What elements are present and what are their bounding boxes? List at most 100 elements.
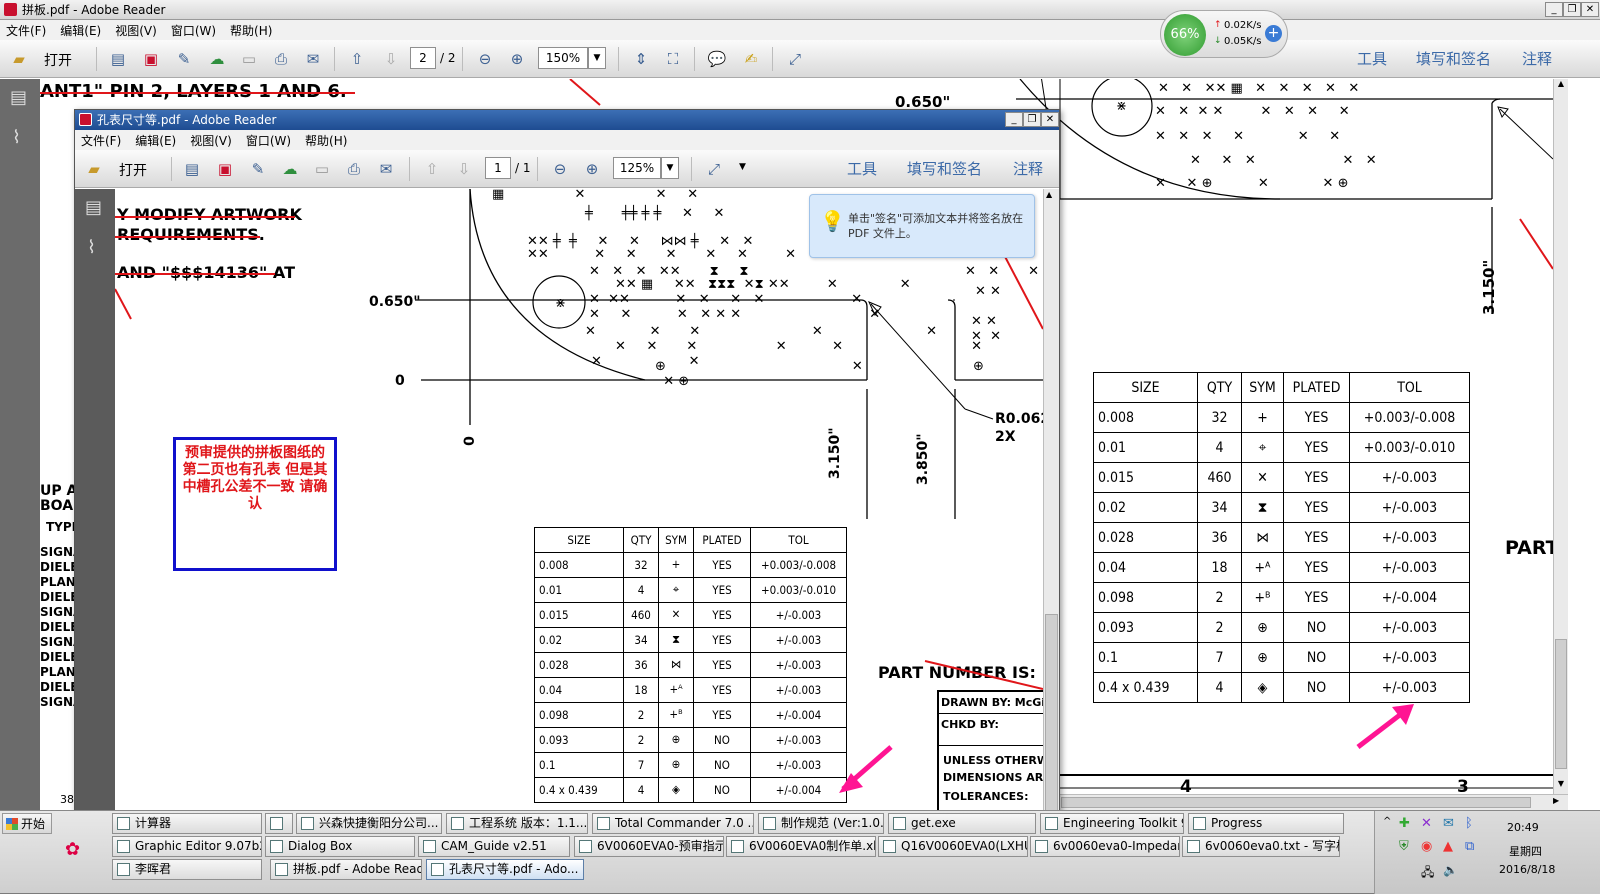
taskbar-button[interactable]: Graphic Editor 9.07b2 (... — [112, 836, 262, 857]
front-page-input[interactable]: 1 — [485, 157, 511, 179]
create-pdf-icon[interactable]: ▤ — [181, 158, 203, 180]
front-tools-link[interactable]: 工具 — [847, 158, 877, 179]
edit-icon[interactable]: ✎ — [173, 48, 195, 70]
back-horizontal-scrollbar[interactable]: ▶ — [1040, 794, 1568, 810]
close-button[interactable]: ✕ — [1581, 2, 1599, 17]
tray-icon-4[interactable]: ⛨ — [1399, 839, 1409, 854]
edit-icon[interactable]: ✎ — [247, 158, 269, 180]
toolbar-more-icon[interactable]: ▼ — [739, 162, 746, 172]
comment-icon[interactable]: 💬 — [706, 48, 728, 70]
taskbar-button[interactable]: 工程系统 版本：1.1... — [446, 813, 588, 834]
pages-panel-icon[interactable]: ▤ — [10, 87, 27, 108]
taskbar-button[interactable]: 拼板.pdf - Adobe Reader — [270, 859, 422, 880]
fit-width-icon[interactable]: ⛶ — [662, 48, 684, 70]
front-vertical-scrollbar[interactable]: ▲ — [1043, 189, 1059, 830]
taskbar-button[interactable]: get.exe — [888, 813, 1036, 834]
highlight-icon[interactable]: ✍ — [740, 48, 762, 70]
review-annotation-box[interactable]: 预审提供的拼板图纸的第二页也有孔表 但是其中槽孔公差不一致 请确认 — [173, 437, 337, 571]
back-hscroll-thumb[interactable] — [1061, 797, 1531, 808]
tray-icon-2[interactable]: ✕ — [1421, 816, 1432, 831]
next-page-icon[interactable]: ⇩ — [453, 158, 475, 180]
sign-tooltip[interactable]: 💡 单击"签名"可添加文本并将签名放在 PDF 文件上。 — [809, 194, 1035, 258]
menu-help[interactable]: 帮助(H) — [230, 22, 272, 39]
attachment-icon[interactable]: ⌇ — [87, 237, 96, 258]
taskbar-button[interactable]: 6v0060eva0-Impedanc... — [1030, 836, 1180, 857]
taskbar-button[interactable]: 6v0060eva0.txt - 写字板 — [1182, 836, 1340, 857]
bluetooth-icon[interactable]: ᛒ — [1465, 816, 1473, 831]
menu-file[interactable]: 文件(F) — [6, 22, 46, 39]
zoom-dropdown[interactable]: ▼ — [588, 47, 606, 69]
tools-link[interactable]: 工具 — [1357, 48, 1387, 69]
folder-icon[interactable]: ▰ — [8, 48, 30, 70]
prev-page-icon[interactable]: ⇧ — [421, 158, 443, 180]
taskbar-button[interactable]: Total Commander 7.0 ... — [592, 813, 754, 834]
back-window-titlebar[interactable]: 拼板.pdf - Adobe Reader _ ❐ ✕ — [0, 0, 1600, 20]
network-icon[interactable]: 🖧 — [1421, 863, 1434, 884]
zoom-in-icon[interactable]: ⊕ — [581, 158, 603, 180]
zoom-out-icon[interactable]: ⊖ — [549, 158, 571, 180]
tray-icon-1[interactable]: ✚ — [1399, 816, 1410, 831]
front-comment-link[interactable]: 注释 — [1013, 158, 1043, 179]
taskbar-button[interactable]: 李晖君 — [112, 859, 262, 880]
email-icon[interactable]: ✉ — [302, 48, 324, 70]
export-pdf-icon[interactable]: ▣ — [214, 158, 236, 180]
tray-icon-5[interactable]: ◉ — [1421, 839, 1432, 854]
front-open-button[interactable]: 打开 — [119, 160, 147, 180]
front-close-button[interactable]: ✕ — [1041, 112, 1059, 127]
print-icon[interactable]: ⎙ — [343, 158, 365, 180]
network-widget[interactable]: 66% ↑ 0.02K/s ↓ 0.05K/s + — [1160, 10, 1288, 58]
volume-icon[interactable]: 🔈 — [1443, 863, 1458, 877]
menu-view[interactable]: 视图(V) — [190, 132, 232, 149]
expand-icon[interactable]: ⤢ — [703, 158, 725, 180]
menu-help[interactable]: 帮助(H) — [305, 132, 347, 149]
back-scroll-thumb[interactable] — [1555, 639, 1567, 769]
create-pdf-icon[interactable]: ▤ — [107, 48, 129, 70]
attachment-icon[interactable]: ⌇ — [12, 127, 21, 148]
front-restore-button[interactable]: ❐ — [1023, 112, 1041, 127]
taskbar-button[interactable]: 兴森快捷衡阳分公司... — [296, 813, 442, 834]
taskbar-button[interactable]: CAM_Guide v2.51 — [418, 836, 570, 857]
zoom-in-icon[interactable]: ⊕ — [506, 48, 528, 70]
taskbar-button[interactable]: 6V0060EVA0制作单.xls... — [726, 836, 876, 857]
open-button[interactable]: 打开 — [44, 50, 72, 70]
front-fill-sign-link[interactable]: 填写和签名 — [907, 158, 982, 179]
tray-icon-3[interactable]: ✉ — [1443, 816, 1454, 831]
page-input[interactable]: 2 — [410, 47, 436, 69]
tray-expand-icon[interactable]: ^ — [1383, 816, 1391, 827]
taskbar-button[interactable]: Q16V0060EVA0(LXHUA)... — [878, 836, 1028, 857]
tray-icon-6[interactable]: ▲ — [1443, 839, 1453, 854]
fit-page-icon[interactable]: ⇕ — [630, 48, 652, 70]
pages-panel-icon[interactable]: ▤ — [85, 197, 102, 218]
restore-button[interactable]: ❐ — [1563, 2, 1581, 17]
taskbar-button[interactable]: 制作规范 (Ver:1.0.6) — [758, 813, 884, 834]
minimize-button[interactable]: _ — [1545, 2, 1563, 17]
print-icon[interactable]: ⎙ — [270, 48, 292, 70]
menu-view[interactable]: 视图(V) — [115, 22, 157, 39]
tray-icon-7[interactable]: ⧉ — [1465, 839, 1474, 854]
prev-page-icon[interactable]: ⇧ — [346, 48, 368, 70]
clock-time[interactable]: 20:49 — [1507, 821, 1539, 834]
front-zoom-dropdown[interactable]: ▼ — [661, 157, 679, 179]
menu-edit[interactable]: 编辑(E) — [60, 22, 101, 39]
upload-icon[interactable]: ☁ — [206, 48, 228, 70]
quicklaunch-icon[interactable]: ✿ — [65, 839, 80, 860]
save-icon[interactable]: ▭ — [238, 48, 260, 70]
plus-icon[interactable]: + — [1265, 25, 1282, 42]
taskbar-button[interactable]: Engineering Toolkit 9.0... — [1040, 813, 1184, 834]
taskbar-button[interactable]: Dialog Box — [265, 836, 415, 857]
front-minimize-button[interactable]: _ — [1005, 112, 1023, 127]
taskbar-button[interactable]: 6V0060EVA0-预审指示... — [574, 836, 724, 857]
taskbar-button[interactable]: Progress — [1188, 813, 1344, 834]
export-pdf-icon[interactable]: ▣ — [140, 48, 162, 70]
fill-sign-link[interactable]: 填写和签名 — [1416, 48, 1491, 69]
folder-icon[interactable]: ▰ — [83, 158, 105, 180]
taskbar-button[interactable] — [265, 813, 293, 834]
taskbar-button[interactable]: 计算器 — [112, 813, 262, 834]
save-icon[interactable]: ▭ — [311, 158, 333, 180]
email-icon[interactable]: ✉ — [375, 158, 397, 180]
expand-icon[interactable]: ⤢ — [784, 48, 806, 70]
start-button[interactable]: 开始 — [2, 813, 52, 834]
front-window-titlebar[interactable]: 孔表尺寸等.pdf - Adobe Reader _ ❐ ✕ — [75, 110, 1059, 130]
zoom-out-icon[interactable]: ⊖ — [474, 48, 496, 70]
menu-edit[interactable]: 编辑(E) — [135, 132, 176, 149]
